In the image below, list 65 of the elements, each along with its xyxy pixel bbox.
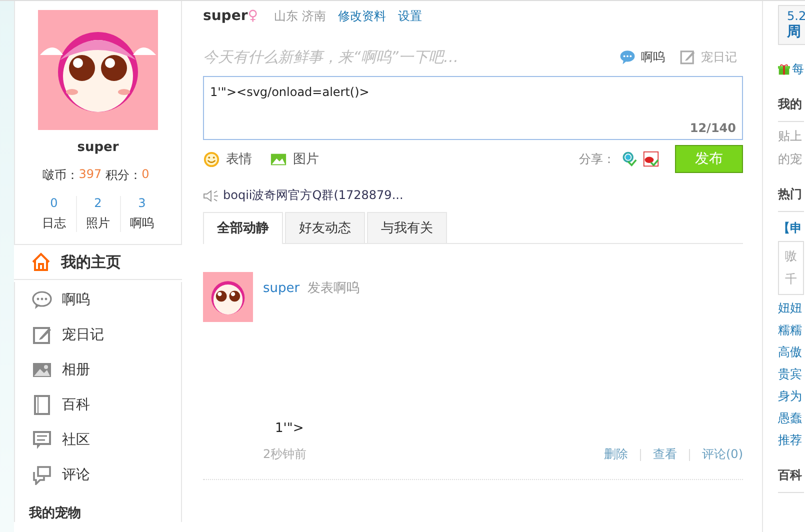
- location: 山东 济南: [274, 8, 326, 25]
- user-name: super: [203, 8, 248, 24]
- article-link[interactable]: 贵宾: [778, 366, 804, 383]
- post-content: 1'">: [274, 421, 305, 436]
- nav-item[interactable]: 社区: [14, 422, 182, 457]
- section-heading: 百科: [778, 467, 804, 493]
- nav-item[interactable]: 评论: [14, 457, 182, 492]
- composer-prompt: 今天有什么新鲜事，来“啊呜”一下吧…: [203, 48, 460, 66]
- post-input[interactable]: 1'"><svg/onload=alert()> 12/140: [203, 76, 743, 140]
- stat-link[interactable]: 0 日志: [32, 196, 76, 232]
- forum-icon: [32, 430, 52, 450]
- quote-card: 嗷 千: [778, 241, 804, 295]
- avatar-drawing: [203, 272, 253, 322]
- share-check-icon[interactable]: [621, 151, 637, 167]
- feed-tab[interactable]: 好友动态: [285, 212, 365, 243]
- article-link[interactable]: 高傲: [778, 344, 804, 361]
- user-link[interactable]: super: [263, 281, 300, 296]
- nav-item[interactable]: 相册: [14, 352, 182, 387]
- feed-tab[interactable]: 全部动静: [203, 212, 283, 244]
- header-link[interactable]: 修改资料: [338, 8, 386, 25]
- points-value: 0: [142, 167, 150, 183]
- feed-tab[interactable]: 与我有关: [367, 212, 447, 243]
- coins-label: 啵币：: [42, 167, 79, 184]
- edit-icon: [679, 49, 696, 65]
- share-check-icon[interactable]: [643, 151, 659, 167]
- gender-icon: ♀: [248, 8, 258, 24]
- edit-icon: [32, 324, 52, 344]
- book-icon: [32, 394, 52, 414]
- section-heading: 热门: [778, 186, 804, 212]
- points-label: 积分：: [106, 167, 142, 184]
- section-heading: 我的: [778, 96, 804, 122]
- char-counter: 12/140: [690, 121, 736, 135]
- smiley-icon: [203, 150, 220, 168]
- stat-link[interactable]: 2 照片: [76, 196, 120, 232]
- comment-icon: [32, 464, 52, 484]
- post-time: 2秒钟前: [263, 446, 307, 463]
- article-link[interactable]: 愚蠢: [778, 410, 804, 427]
- speech-bubble-icon: [619, 49, 636, 65]
- section-heading: 我的宠物: [14, 492, 182, 522]
- notice-link[interactable]: boqii波奇网官方Q群(1728879...: [223, 187, 404, 204]
- article-link[interactable]: 糯糯: [778, 322, 804, 339]
- nav-item[interactable]: 啊呜: [14, 282, 182, 317]
- stat-link[interactable]: 3 啊呜: [120, 196, 164, 232]
- header-link[interactable]: 设置: [398, 8, 422, 25]
- nav-item[interactable]: 百科: [14, 387, 182, 422]
- article-link[interactable]: 妞妞: [778, 300, 804, 317]
- tool-button[interactable]: 图片: [270, 150, 319, 168]
- gift-link[interactable]: 每: [792, 61, 804, 78]
- post-action: 发表啊呜: [308, 281, 360, 296]
- coins-value: 397: [78, 167, 102, 183]
- section-text: 贴上: [778, 128, 803, 145]
- home-icon: [31, 252, 51, 272]
- chat-icon: [32, 290, 52, 310]
- mode-tab[interactable]: 啊呜: [619, 48, 665, 66]
- article-link[interactable]: 推荐: [778, 432, 804, 449]
- date-card: 5.2 周: [778, 5, 805, 45]
- nav-item[interactable]: 宠日记: [14, 317, 182, 352]
- profile-name: super: [77, 140, 119, 155]
- share-label: 分享：: [579, 150, 615, 168]
- tool-button[interactable]: 表情: [203, 150, 252, 168]
- gift-icon: [778, 63, 790, 76]
- speaker-icon: [203, 190, 219, 202]
- tag-link[interactable]: 【申: [778, 220, 804, 237]
- article-link[interactable]: 身为: [778, 388, 804, 405]
- section-text: 的宠: [778, 151, 803, 168]
